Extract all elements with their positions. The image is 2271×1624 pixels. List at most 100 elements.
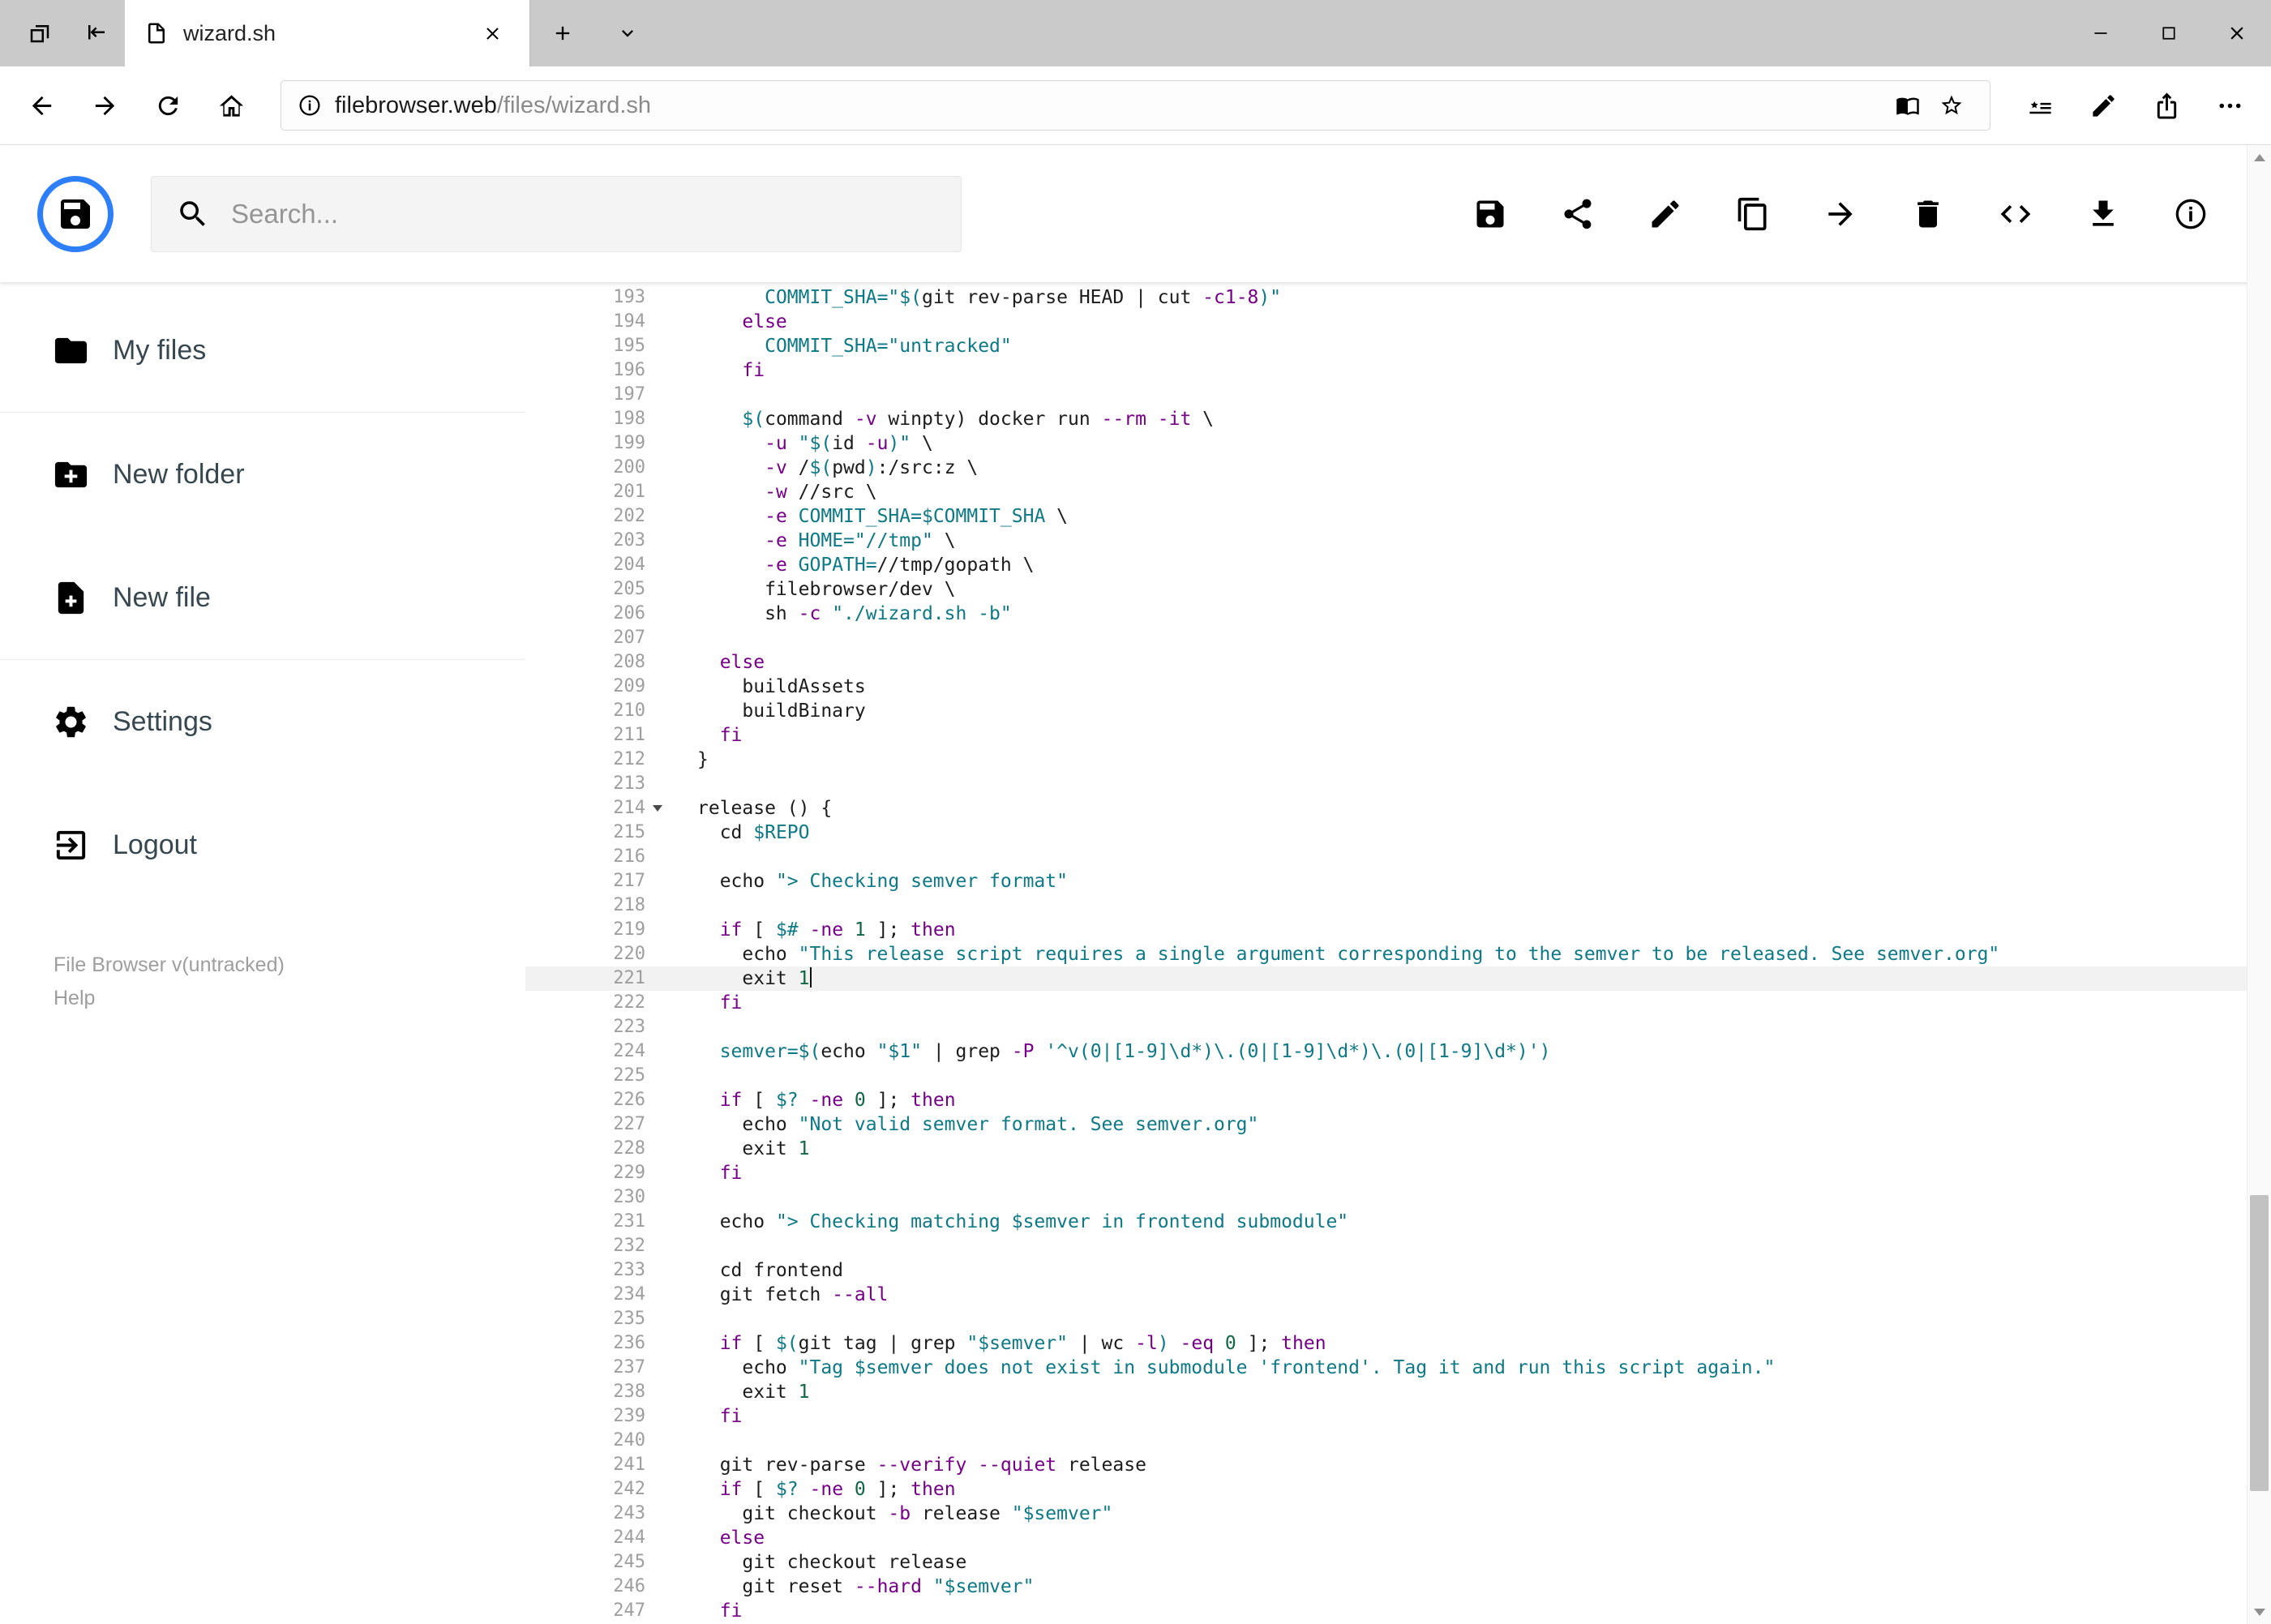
line-number-gutter[interactable]: 233 [525, 1258, 673, 1283]
code-line[interactable]: 247 fi [525, 1599, 2271, 1623]
line-number-gutter[interactable]: 215 [525, 821, 673, 845]
sidebar-item-my-files[interactable]: My files [0, 289, 525, 412]
copy-button[interactable] [1725, 186, 1781, 242]
code-line[interactable]: 224 semver=$(echo "$1" | grep -P '^v(0|[… [525, 1039, 2271, 1064]
help-link[interactable]: Help [54, 987, 95, 1010]
reading-view-icon[interactable] [1886, 84, 1930, 127]
code-text[interactable]: else [673, 310, 2271, 334]
scrollbar-thumb[interactable] [2250, 1195, 2269, 1491]
code-line[interactable]: 226 if [ $? -ne 0 ]; then [525, 1088, 2271, 1112]
code-text[interactable]: fi [673, 1599, 2271, 1623]
code-text[interactable]: exit 1 [673, 966, 2271, 991]
line-number-gutter[interactable]: 247 [525, 1599, 673, 1623]
code-line[interactable]: 237 echo "Tag $semver does not exist in … [525, 1356, 2271, 1380]
code-text[interactable]: echo "> Checking semver format" [673, 869, 2271, 893]
code-text[interactable]: release () { [673, 796, 2271, 821]
line-number-gutter[interactable]: 220 [525, 942, 673, 966]
code-line[interactable]: 236 if [ $(git tag | grep "$semver" | wc… [525, 1331, 2271, 1356]
code-line[interactable]: 243 git checkout -b release "$semver" [525, 1502, 2271, 1526]
new-tab-button[interactable] [530, 0, 595, 66]
code-text[interactable]: else [673, 650, 2271, 675]
code-line[interactable]: 230 [525, 1185, 2271, 1210]
code-line[interactable]: 198 $(command -v winpty) docker run --rm… [525, 407, 2271, 431]
code-line[interactable]: 212} [525, 748, 2271, 772]
code-line[interactable]: 199 -u "$(id -u)" \ [525, 431, 2271, 456]
line-number-gutter[interactable]: 243 [525, 1502, 673, 1526]
line-number-gutter[interactable]: 194 [525, 310, 673, 334]
minimize-button[interactable] [2067, 0, 2135, 66]
line-number-gutter[interactable]: 214 [525, 796, 673, 821]
code-text[interactable]: -w //src \ [673, 480, 2271, 504]
line-number-gutter[interactable]: 218 [525, 893, 673, 918]
line-number-gutter[interactable]: 229 [525, 1161, 673, 1185]
back-button[interactable] [10, 66, 73, 145]
code-text[interactable]: exit 1 [673, 1380, 2271, 1404]
code-text[interactable]: exit 1 [673, 1137, 2271, 1161]
code-text[interactable]: -v /$(pwd):/src:z \ [673, 456, 2271, 480]
code-line[interactable]: 227 echo "Not valid semver format. See s… [525, 1112, 2271, 1137]
line-number-gutter[interactable]: 230 [525, 1185, 673, 1210]
code-line[interactable]: 216 [525, 845, 2271, 869]
line-number-gutter[interactable]: 213 [525, 772, 673, 796]
code-text[interactable]: git checkout -b release "$semver" [673, 1502, 2271, 1526]
code-text[interactable]: fi [673, 991, 2271, 1015]
line-number-gutter[interactable]: 226 [525, 1088, 673, 1112]
line-number-gutter[interactable]: 201 [525, 480, 673, 504]
line-number-gutter[interactable]: 222 [525, 991, 673, 1015]
code-text[interactable] [673, 1429, 2271, 1453]
code-line[interactable]: 203 -e HOME="//tmp" \ [525, 529, 2271, 553]
move-button[interactable] [1812, 186, 1869, 242]
tab-close-icon[interactable] [474, 15, 510, 51]
line-number-gutter[interactable]: 196 [525, 358, 673, 383]
download-button[interactable] [2075, 186, 2132, 242]
line-number-gutter[interactable]: 244 [525, 1526, 673, 1550]
code-line[interactable]: 219 if [ $# -ne 1 ]; then [525, 918, 2271, 942]
code-text[interactable]: echo "This release script requires a sin… [673, 942, 2271, 966]
code-text[interactable] [673, 1307, 2271, 1331]
code-text[interactable]: if [ $? -ne 0 ]; then [673, 1088, 2271, 1112]
code-line[interactable]: 210 buildBinary [525, 699, 2271, 723]
sidebar-item-logout[interactable]: Logout [0, 783, 525, 906]
fold-marker-icon[interactable] [653, 805, 662, 812]
line-number-gutter[interactable]: 238 [525, 1380, 673, 1404]
code-line[interactable]: 234 git fetch --all [525, 1283, 2271, 1307]
line-number-gutter[interactable]: 245 [525, 1550, 673, 1575]
share-page-icon[interactable] [2135, 66, 2198, 145]
sidebar-item-new-folder[interactable]: New folder [0, 413, 525, 536]
code-line[interactable]: 229 fi [525, 1161, 2271, 1185]
code-line[interactable]: 217 echo "> Checking semver format" [525, 869, 2271, 893]
code-text[interactable]: semver=$(echo "$1" | grep -P '^v(0|[1-9]… [673, 1039, 2271, 1064]
line-number-gutter[interactable]: 227 [525, 1112, 673, 1137]
code-line[interactable]: 241 git rev-parse --verify --quiet relea… [525, 1453, 2271, 1477]
code-text[interactable]: else [673, 1526, 2271, 1550]
code-line[interactable]: 220 echo "This release script requires a… [525, 942, 2271, 966]
code-text[interactable]: fi [673, 1404, 2271, 1429]
line-number-gutter[interactable]: 237 [525, 1356, 673, 1380]
code-line[interactable]: 223 [525, 1015, 2271, 1039]
line-number-gutter[interactable]: 219 [525, 918, 673, 942]
sidebar-item-settings[interactable]: Settings [0, 660, 525, 783]
info-button[interactable] [2162, 186, 2219, 242]
line-number-gutter[interactable]: 211 [525, 723, 673, 748]
line-number-gutter[interactable]: 206 [525, 602, 673, 626]
code-line[interactable]: 232 [525, 1234, 2271, 1258]
address-bar[interactable]: filebrowser.web/files/wizard.sh [281, 80, 1990, 131]
line-number-gutter[interactable]: 217 [525, 869, 673, 893]
code-line[interactable]: 202 -e COMMIT_SHA=$COMMIT_SHA \ [525, 504, 2271, 529]
code-line[interactable]: 204 -e GOPATH=//tmp/gopath \ [525, 553, 2271, 577]
code-text[interactable]: buildBinary [673, 699, 2271, 723]
code-text[interactable]: echo "Not valid semver format. See semve… [673, 1112, 2271, 1137]
set-tabs-aside-icon[interactable] [68, 0, 125, 66]
code-line[interactable]: 200 -v /$(pwd):/src:z \ [525, 456, 2271, 480]
code-line[interactable]: 211 fi [525, 723, 2271, 748]
page-scrollbar[interactable] [2247, 145, 2271, 1624]
web-note-icon[interactable] [2072, 66, 2135, 145]
line-number-gutter[interactable]: 197 [525, 383, 673, 407]
line-number-gutter[interactable]: 212 [525, 748, 673, 772]
code-text[interactable]: buildAssets [673, 675, 2271, 699]
code-line[interactable]: 201 -w //src \ [525, 480, 2271, 504]
line-number-gutter[interactable]: 234 [525, 1283, 673, 1307]
share-button[interactable] [1549, 186, 1606, 242]
filebrowser-logo[interactable] [37, 175, 114, 252]
code-text[interactable]: fi [673, 358, 2271, 383]
